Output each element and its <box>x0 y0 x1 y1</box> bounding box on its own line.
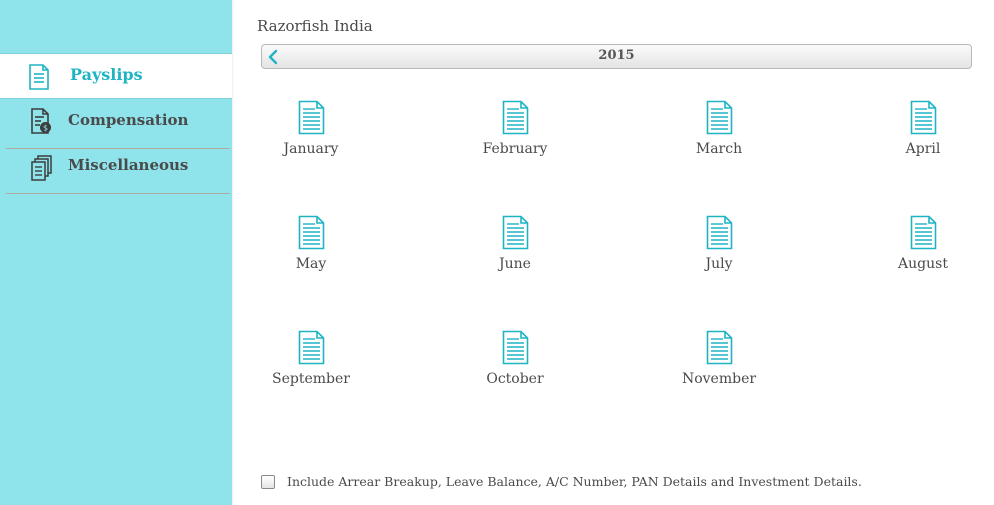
month-label: June <box>499 256 531 272</box>
document-icon <box>502 215 528 250</box>
month-label: January <box>283 141 339 157</box>
miscellaneous-icon <box>31 155 52 181</box>
compensation-icon: $ <box>31 108 51 134</box>
month-label: September <box>272 371 350 387</box>
month-item-april[interactable]: April <box>863 100 983 157</box>
document-icon <box>298 215 324 250</box>
month-label: March <box>695 141 743 157</box>
document-icon <box>706 330 732 365</box>
month-item-august[interactable]: August <box>863 215 983 272</box>
sidebar-item-payslips[interactable]: Payslips <box>0 53 232 99</box>
sidebar-item-label: Compensation <box>68 111 189 129</box>
month-item-june[interactable]: June <box>455 215 575 272</box>
document-icon <box>706 100 732 135</box>
month-item-january[interactable]: January <box>251 100 371 157</box>
include-details-checkbox[interactable] <box>261 474 275 489</box>
year-label: 2015 <box>598 48 635 63</box>
include-details-label: Include Arrear Breakup, Leave Balance, A… <box>287 474 862 489</box>
year-navigator: 2015 <box>261 44 972 69</box>
svg-text:$: $ <box>43 124 48 133</box>
document-icon <box>298 330 324 365</box>
month-label: July <box>705 256 733 272</box>
sidebar: Payslips $ Compensation Miscellaneous <box>0 0 232 505</box>
sidebar-item-label: Miscellaneous <box>68 156 189 174</box>
month-item-november[interactable]: November <box>659 330 779 387</box>
include-details-option: Include Arrear Breakup, Leave Balance, A… <box>261 474 862 489</box>
month-label: November <box>681 371 757 387</box>
month-item-october[interactable]: October <box>455 330 575 387</box>
month-item-may[interactable]: May <box>251 215 371 272</box>
document-icon <box>910 215 936 250</box>
month-label: February <box>482 141 548 157</box>
month-label: May <box>295 256 327 272</box>
month-label: August <box>898 256 948 272</box>
month-item-september[interactable]: September <box>251 330 371 387</box>
company-name: Razorfish India <box>257 17 373 35</box>
month-label: October <box>486 371 544 387</box>
document-icon <box>502 100 528 135</box>
document-icon <box>706 215 732 250</box>
document-icon <box>502 330 528 365</box>
document-icon <box>298 100 324 135</box>
month-label: April <box>905 141 941 157</box>
month-item-february[interactable]: February <box>455 100 575 157</box>
payslip-icon <box>29 64 49 90</box>
month-item-july[interactable]: July <box>659 215 779 272</box>
document-icon <box>910 100 936 135</box>
month-item-march[interactable]: March <box>659 100 779 157</box>
sidebar-item-miscellaneous[interactable]: Miscellaneous <box>6 149 230 194</box>
sidebar-item-label: Payslips <box>70 65 143 84</box>
sidebar-item-compensation[interactable]: $ Compensation <box>6 100 230 149</box>
